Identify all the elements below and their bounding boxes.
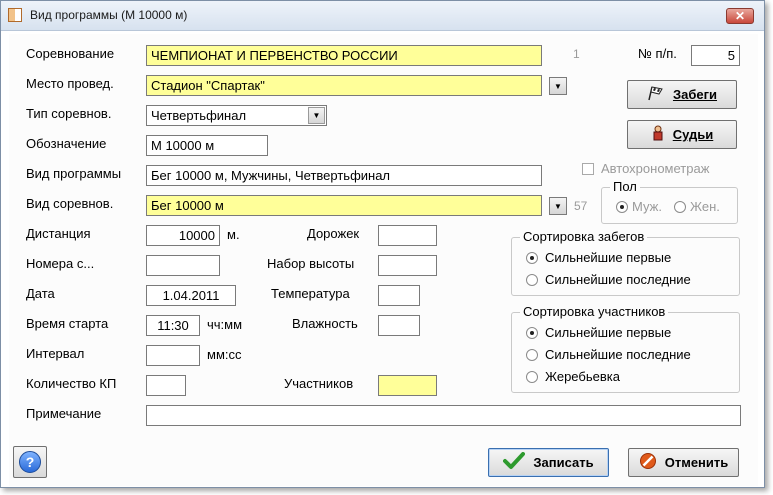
gender-female-radio[interactable]: Жен. (674, 199, 720, 214)
date-field[interactable]: 1.04.2011 (146, 285, 236, 306)
event-label: Вид соревнов. (26, 196, 114, 211)
participant-sort-option[interactable]: Жеребьевка (526, 369, 620, 384)
app-icon (8, 8, 22, 22)
program-dialog: Вид программы (М 10000 м) ✕ Соревнование… (0, 0, 765, 488)
judges-button-label: Судьи (672, 127, 714, 142)
competition-hint: 1 (573, 47, 580, 61)
heat-sort-option-label: Сильнейшие последние (545, 272, 691, 287)
gender-male-radio[interactable]: Муж. (616, 199, 662, 214)
program-field[interactable]: Бег 10000 м, Мужчины, Четвертьфинал (146, 165, 542, 186)
participant-sort-group: Сортировка участников Сильнейшие первые … (511, 304, 740, 393)
window-title: Вид программы (М 10000 м) (30, 8, 188, 22)
designation-label: Обозначение (26, 136, 107, 151)
interval-field[interactable] (146, 345, 200, 366)
note-label: Примечание (26, 406, 102, 421)
event-hint: 57 (574, 199, 588, 213)
gender-group: Пол Муж. Жен. (601, 179, 738, 224)
venue-label: Место провед. (26, 76, 114, 91)
radio-circle (674, 200, 686, 213)
event-dropdown-button[interactable]: ▼ (549, 197, 567, 215)
heat-sort-title: Сортировка забегов (520, 229, 648, 244)
radio-circle (526, 273, 538, 286)
participant-sort-option[interactable]: Сильнейшие последние (526, 347, 691, 362)
start-time-field[interactable]: 11:30 (146, 315, 200, 336)
heat-sort-option[interactable]: Сильнейшие последние (526, 272, 691, 287)
title-bar[interactable]: Вид программы (М 10000 м) ✕ (1, 1, 764, 31)
participant-sort-option[interactable]: Сильнейшие первые (526, 325, 671, 340)
autotiming-checkbox[interactable]: Автохронометраж (582, 161, 709, 176)
distance-label: Дистанция (26, 226, 91, 241)
radio-circle (616, 200, 628, 213)
comp-type-label: Тип соревнов. (26, 106, 112, 121)
height-label: Набор высоты (267, 256, 355, 271)
lanes-field[interactable] (378, 225, 437, 246)
form-area: Соревнование ЧЕМПИОНАТ И ПЕРВЕНСТВО РОСС… (9, 34, 758, 486)
radio-circle (526, 370, 538, 383)
heat-sort-option[interactable]: Сильнейшие первые (526, 250, 671, 265)
cancel-button-label: Отменить (664, 455, 729, 470)
gender-female-label: Жен. (690, 199, 720, 214)
numbers-field[interactable] (146, 255, 220, 276)
gender-male-label: Муж. (632, 199, 662, 214)
interval-label: Интервал (26, 346, 85, 361)
cancel-icon (639, 452, 657, 473)
checkbox-box (582, 162, 594, 175)
chevron-down-icon: ▼ (554, 81, 562, 91)
competition-label: Соревнование (26, 46, 115, 61)
chevron-down-icon[interactable]: ▼ (308, 107, 325, 124)
event-field[interactable]: Бег 10000 м (146, 195, 542, 216)
comp-type-value: Четвертьфинал (151, 108, 247, 123)
radio-circle (526, 348, 538, 361)
number-label: № п/п. (638, 46, 677, 61)
participant-sort-option-label: Сильнейшие первые (545, 325, 672, 340)
temperature-field[interactable] (378, 285, 420, 306)
flag-icon (647, 85, 665, 104)
checkmark-icon (503, 452, 526, 473)
save-button-label: Записать (533, 455, 594, 470)
heats-button[interactable]: Забеги (627, 80, 737, 109)
height-field[interactable] (378, 255, 437, 276)
participants-field[interactable] (378, 375, 437, 396)
program-label: Вид программы (26, 166, 122, 181)
cancel-button[interactable]: Отменить (628, 448, 739, 477)
judge-person-icon (651, 125, 665, 144)
venue-dropdown-button[interactable]: ▼ (549, 77, 567, 95)
comp-type-select[interactable]: Четвертьфинал ▼ (146, 105, 327, 126)
designation-field[interactable]: М 10000 м (146, 135, 268, 156)
distance-unit: м. (227, 227, 240, 242)
heat-sort-option-label: Сильнейшие первые (545, 250, 672, 265)
radio-circle (526, 326, 538, 339)
help-button[interactable]: ? (13, 446, 47, 478)
gender-title: Пол (610, 179, 640, 194)
humidity-field[interactable] (378, 315, 420, 336)
save-button[interactable]: Записать (488, 448, 609, 477)
start-time-label: Время старта (26, 316, 109, 331)
heat-sort-group: Сортировка забегов Сильнейшие первые Сил… (511, 229, 740, 296)
competition-field[interactable]: ЧЕМПИОНАТ И ПЕРВЕНСТВО РОССИИ (146, 45, 542, 66)
participant-sort-title: Сортировка участников (520, 304, 669, 319)
kp-count-field[interactable] (146, 375, 186, 396)
participant-sort-option-label: Сильнейшие последние (545, 347, 691, 362)
heats-button-label: Забеги (672, 87, 718, 102)
kp-count-label: Количество КП (26, 376, 117, 391)
close-button[interactable]: ✕ (726, 8, 754, 24)
note-field[interactable] (146, 405, 741, 426)
distance-field[interactable]: 10000 (146, 225, 220, 246)
humidity-label: Влажность (292, 316, 358, 331)
venue-field[interactable]: Стадион "Спартак" (146, 75, 542, 96)
help-icon: ? (19, 451, 41, 473)
interval-unit: мм:сс (207, 347, 242, 362)
lanes-label: Дорожек (307, 226, 360, 241)
autotiming-label: Автохронометраж (601, 161, 710, 176)
judges-button[interactable]: Судьи (627, 120, 737, 149)
radio-circle (526, 251, 538, 264)
participant-sort-option-label: Жеребьевка (545, 369, 620, 384)
date-label: Дата (26, 286, 55, 301)
number-field[interactable]: 5 (691, 45, 740, 66)
participants-label: Участников (284, 376, 354, 391)
numbers-label: Номера с... (26, 256, 95, 271)
chevron-down-icon: ▼ (554, 201, 562, 211)
start-time-unit: чч:мм (207, 317, 243, 332)
temperature-label: Температура (271, 286, 350, 301)
